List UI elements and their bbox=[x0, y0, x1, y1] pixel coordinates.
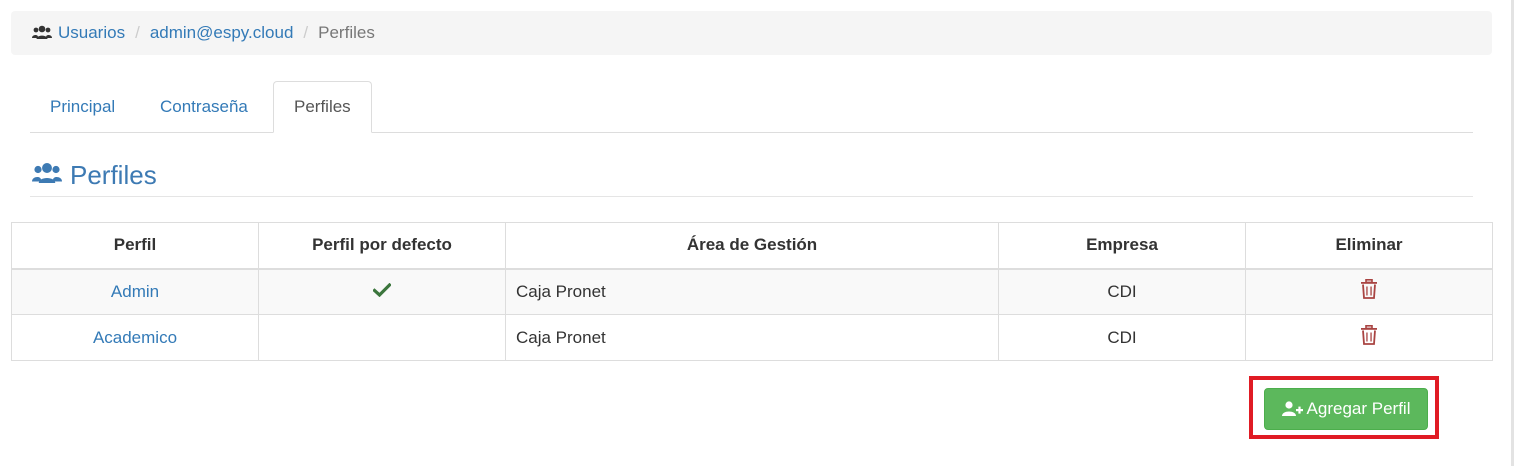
column-header-perfil: Perfil bbox=[11, 222, 259, 270]
empresa-cell: CDI bbox=[998, 314, 1246, 361]
tab-perfiles[interactable]: Perfiles bbox=[273, 81, 372, 133]
table-row: Academico Caja Pronet CDI bbox=[11, 314, 1493, 361]
profile-link-admin[interactable]: Admin bbox=[111, 282, 159, 301]
empresa-cell: CDI bbox=[998, 268, 1246, 315]
breadcrumb: Usuarios / admin@espy.cloud / Perfiles bbox=[11, 11, 1492, 55]
table-row: Admin Caja Pronet CDI bbox=[11, 268, 1493, 315]
tab-bar: Principal Contraseña Perfiles bbox=[30, 81, 1473, 133]
add-profile-label: Agregar Perfil bbox=[1306, 399, 1411, 418]
section-title: Perfiles bbox=[70, 160, 157, 190]
check-icon bbox=[372, 282, 392, 301]
table-header-row: Perfil Perfil por defecto Área de Gestió… bbox=[11, 222, 1493, 270]
area-cell: Caja Pronet bbox=[505, 314, 999, 361]
trash-icon[interactable] bbox=[1360, 279, 1378, 303]
column-header-perfil-defecto: Perfil por defecto bbox=[258, 222, 506, 270]
column-header-empresa: Empresa bbox=[998, 222, 1246, 270]
breadcrumb-separator: / bbox=[303, 23, 309, 42]
profile-link-academico[interactable]: Academico bbox=[93, 328, 177, 347]
users-icon bbox=[32, 25, 52, 41]
profiles-table: Perfil Perfil por defecto Área de Gestió… bbox=[11, 222, 1493, 361]
area-cell: Caja Pronet bbox=[505, 268, 999, 315]
column-header-area: Área de Gestión bbox=[505, 222, 999, 270]
breadcrumb-link-usuarios[interactable]: Usuarios bbox=[58, 23, 125, 43]
column-header-eliminar: Eliminar bbox=[1245, 222, 1493, 270]
trash-icon[interactable] bbox=[1360, 325, 1378, 349]
default-cell-empty bbox=[258, 314, 506, 361]
users-icon bbox=[32, 162, 62, 191]
section-header: Perfiles bbox=[30, 155, 1473, 197]
tab-contrasena[interactable]: Contraseña bbox=[140, 81, 268, 133]
breadcrumb-current: Perfiles bbox=[318, 23, 375, 42]
user-plus-icon bbox=[1281, 401, 1304, 417]
tab-principal[interactable]: Principal bbox=[30, 81, 135, 133]
breadcrumb-link-user[interactable]: admin@espy.cloud bbox=[150, 23, 294, 43]
add-profile-button[interactable]: Agregar Perfil bbox=[1264, 388, 1428, 430]
breadcrumb-separator: / bbox=[135, 23, 140, 42]
